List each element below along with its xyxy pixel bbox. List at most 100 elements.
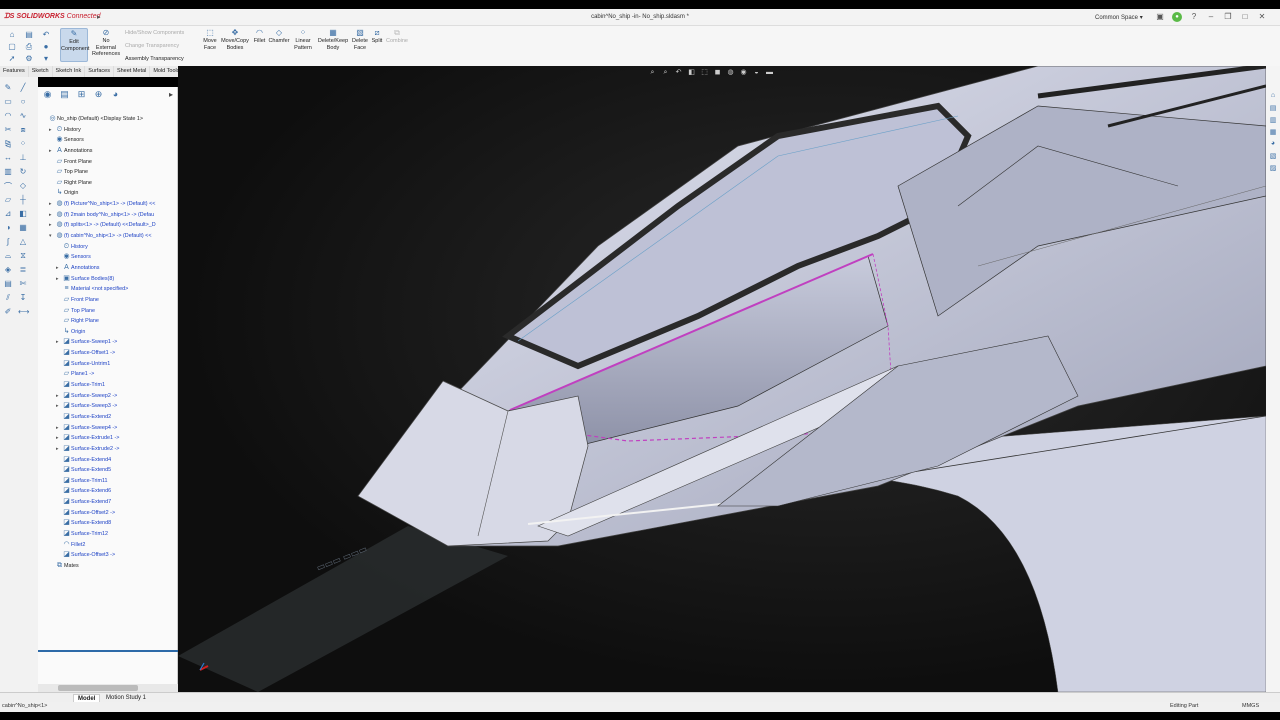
rectangle-icon[interactable]: ▭	[3, 97, 13, 106]
apply-scene-icon[interactable]: ◒	[752, 68, 761, 77]
tree-item[interactable]: ▸ ◪Surface-Sweep2 ->	[38, 391, 178, 402]
tree-item[interactable]: ◪Surface-Extend5	[38, 465, 178, 476]
forum-icon[interactable]: ▨	[1268, 164, 1278, 173]
edit-component-button[interactable]: ✎ Edit Component	[60, 28, 89, 62]
plane-tool-icon[interactable]: ▱	[3, 195, 13, 204]
tree-item[interactable]: ▱ Front Plane	[38, 295, 178, 306]
spline-icon[interactable]: ∿	[18, 111, 28, 120]
tree-item[interactable]: ▱ Top Plane	[38, 306, 178, 317]
tree-item[interactable]: ▸ ◪Surface-Sweep3 ->	[38, 401, 178, 412]
view-orientation-icon[interactable]: ⬚	[700, 68, 709, 77]
rebuild-icon[interactable]: ●	[38, 41, 54, 52]
display-manager-icon[interactable]: ◕	[110, 89, 121, 100]
undo-icon[interactable]: ↶	[38, 29, 54, 40]
tree-item[interactable]: ◪Surface-Trim1	[38, 380, 178, 391]
graphics-viewport[interactable]: ▭▭▭ ▭▭▭ ⌕ ⌕ ↶ ◧ ⬚ ◼ ◍ ◉ ◒ ▬	[178, 66, 1266, 692]
edit-appearance-icon[interactable]: ◉	[739, 68, 748, 77]
tree-item[interactable]: ↳ Origin	[38, 188, 178, 199]
tree-item[interactable]: ◪Surface-Extend6	[38, 486, 178, 497]
knit-icon[interactable]: ⧖	[18, 251, 28, 261]
pattern-icon[interactable]: ⁘	[18, 139, 28, 148]
hide-show-items-icon[interactable]: ◍	[726, 68, 735, 77]
zoom-area-icon[interactable]: ⌕	[661, 68, 670, 77]
maximize-icon[interactable]: □	[1240, 12, 1250, 22]
tree-item[interactable]: ◪Surface-Offset3 ->	[38, 550, 178, 561]
tree-item[interactable]: ⏲ History	[38, 242, 178, 253]
linear-pattern-button[interactable]: ⁘ Linear Pattern	[292, 28, 314, 51]
tab-sheet-metal[interactable]: Sheet Metal	[114, 66, 151, 77]
section-icon[interactable]: ◧	[18, 209, 28, 218]
tree-item[interactable]: ◪Surface-Extend2	[38, 412, 178, 423]
delete-face-button[interactable]: ▧ Delete Face	[350, 28, 370, 51]
relation-icon[interactable]: ⊥	[18, 153, 28, 162]
sweep-icon[interactable]: ⌒	[3, 181, 13, 192]
tab-sketch-ink[interactable]: Sketch Ink	[53, 66, 86, 77]
tree-horizontal-scrollbar[interactable]	[38, 684, 178, 692]
tree-item[interactable]: ≡ Material <not specified>	[38, 284, 178, 295]
mirror-icon[interactable]: ⧎	[3, 139, 13, 148]
tree-item[interactable]: ▸ ◪Surface-Sweep1 ->	[38, 337, 178, 348]
tree-item[interactable]: ◉Sensors	[38, 135, 178, 146]
tree-item[interactable]: ▸ ⏲ History	[38, 125, 178, 136]
command-prompt-icon[interactable]: ▣	[1155, 12, 1165, 22]
tree-item[interactable]: ▸ ◪Surface-Extrude2 ->	[38, 444, 178, 455]
tree-item[interactable]: ▸ ◍(f) Picture^No_ship<1> -> (Default) <<	[38, 199, 178, 210]
status-units[interactable]: MMGS	[1242, 703, 1259, 709]
appearances-icon[interactable]: ◕	[1268, 140, 1278, 149]
tab-sketch[interactable]: Sketch	[29, 66, 53, 77]
close-icon[interactable]: ✕	[1257, 12, 1267, 22]
fillet-button[interactable]: ◠ Fillet	[252, 28, 267, 45]
tree-item[interactable]: ▸ ◍(f) splits<1> -> (Default) <<Default>_…	[38, 220, 178, 231]
move-face-button[interactable]: ⬚ Move Face	[201, 28, 219, 51]
tree-item[interactable]: ▸ ◍(f) 2main body^No_ship<1> -> (Defau	[38, 210, 178, 221]
sketch-icon[interactable]: ✎	[3, 83, 13, 92]
property-manager-icon[interactable]: ▤	[59, 89, 70, 100]
minimize-icon[interactable]: –	[1206, 12, 1216, 22]
options-icon[interactable]: ⚙	[21, 53, 37, 64]
combine-button[interactable]: ⧉ Combine	[384, 28, 410, 45]
tree-item[interactable]: ◪Surface-Trim12	[38, 529, 178, 540]
view-palette-icon[interactable]: ▦	[1268, 128, 1278, 137]
offset-icon[interactable]: ⧈	[18, 125, 28, 135]
change-transparency-button[interactable]: Change Transparency	[125, 43, 179, 49]
hide-show-components-button[interactable]: Hide/Show Components	[125, 30, 184, 36]
tree-item[interactable]: ◉Sensors	[38, 252, 178, 263]
display-icon[interactable]: ▦	[18, 223, 28, 232]
measure-icon[interactable]: ⊿	[3, 209, 13, 218]
new-doc-icon[interactable]: ▢	[4, 41, 20, 52]
previous-view-icon[interactable]: ↶	[674, 68, 683, 77]
select-icon[interactable]: ➚	[4, 53, 20, 64]
tree-item[interactable]: ↳ Origin	[38, 327, 178, 338]
help-icon[interactable]: ?	[1189, 12, 1199, 22]
surface-tool-icon[interactable]: ⌓	[3, 251, 13, 261]
ruled-icon[interactable]: ≣	[18, 265, 28, 274]
feature-manager-icon[interactable]: ◉	[42, 89, 53, 100]
trim-icon[interactable]: ✂	[3, 125, 13, 134]
section-view-icon[interactable]: ◧	[687, 68, 696, 77]
split-button[interactable]: ⧄ Split	[370, 28, 384, 45]
view-settings-icon[interactable]: ▬	[765, 68, 774, 77]
save-icon[interactable]: ▤	[21, 29, 37, 40]
move-copy-bodies-button[interactable]: ✥ Move/Copy Bodies	[220, 28, 250, 51]
tree-item[interactable]: ◪Surface-Extend8	[38, 518, 178, 529]
tab-features[interactable]: Features	[0, 66, 29, 77]
tree-item[interactable]: ◪Surface-Untrim1	[38, 359, 178, 370]
revolve-icon[interactable]: ↻	[18, 167, 28, 176]
tree-item[interactable]: ▱ Front Plane	[38, 157, 178, 168]
axis-icon[interactable]: ┼	[18, 195, 28, 204]
print-icon[interactable]: ⎙	[21, 41, 37, 52]
tab-surfaces[interactable]: Surfaces	[85, 66, 114, 77]
design-library-icon[interactable]: ▤	[1268, 104, 1278, 113]
restore-icon[interactable]: ❐	[1223, 12, 1233, 22]
tab-motion-study[interactable]: Motion Study 1	[102, 694, 150, 702]
fill-icon[interactable]: ◈	[3, 265, 13, 274]
cut-icon[interactable]: ✄	[18, 279, 28, 288]
tree-item[interactable]: ◪Surface-Extend4	[38, 455, 178, 466]
file-explorer-icon[interactable]: ▥	[1268, 116, 1278, 125]
tree-item[interactable]: ▱ Plane1 ->	[38, 369, 178, 380]
split-line-icon[interactable]: ⫽	[3, 293, 13, 303]
user-status-icon[interactable]: ●	[1172, 12, 1182, 22]
configuration-manager-icon[interactable]: ⊞	[76, 89, 87, 100]
curve-icon[interactable]: ∫	[3, 237, 13, 246]
loft-icon[interactable]: ◇	[18, 181, 28, 190]
